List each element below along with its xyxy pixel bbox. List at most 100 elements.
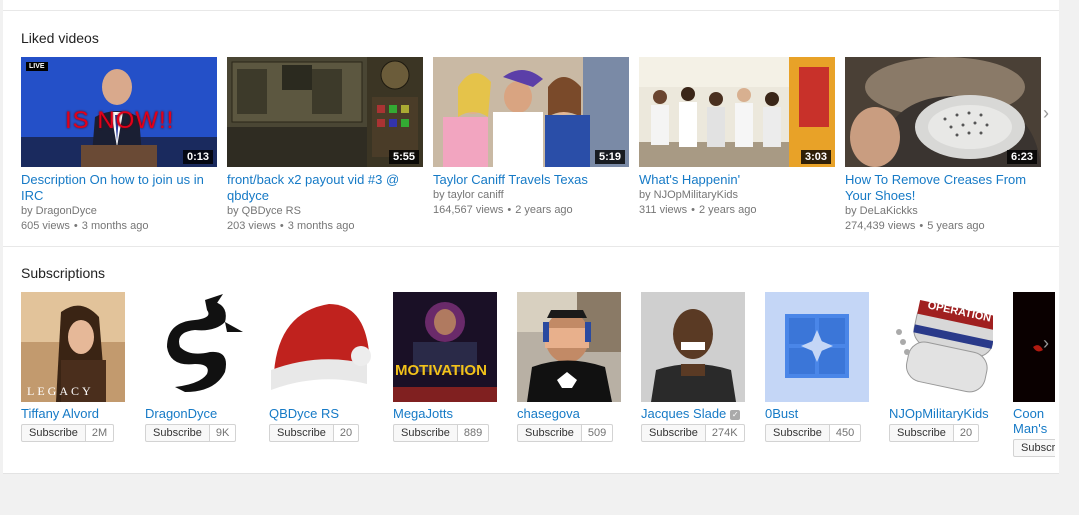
section-divider bbox=[3, 246, 1059, 247]
channel-name-link[interactable]: Tiffany Alvord bbox=[21, 406, 131, 421]
video-item[interactable]: LIVE IS NOW!! 0:13 Description On how to… bbox=[21, 57, 217, 234]
channel-item[interactable]: MOTIVATION MegaJotts Subscribe 889 bbox=[393, 292, 503, 442]
channel-name-link[interactable]: DragonDyce bbox=[145, 406, 255, 421]
video-thumbnail[interactable]: 3:03 bbox=[639, 57, 835, 167]
default-avatar-icon bbox=[765, 292, 869, 402]
channel-name-link[interactable]: 0Bust bbox=[765, 406, 875, 421]
channel-item[interactable]: chasegova Subscribe 509 bbox=[517, 292, 627, 442]
subscribe-button[interactable]: Subscribe bbox=[1013, 439, 1055, 457]
video-title-link[interactable]: What's Happenin' bbox=[639, 172, 835, 188]
subscribe-button[interactable]: Subscribe bbox=[517, 424, 582, 442]
video-title-link[interactable]: front/back x2 payout vid #3 @ qbdyce bbox=[227, 172, 423, 204]
video-item[interactable]: 5:19 Taylor Caniff Travels Texas by tayl… bbox=[433, 57, 629, 218]
subscribe-button[interactable]: Subscribe bbox=[145, 424, 210, 442]
video-channel[interactable]: by taylor caniff bbox=[433, 188, 629, 203]
channel-avatar[interactable]: MOTIVATION bbox=[393, 292, 497, 402]
video-channel[interactable]: by DeLaKickks bbox=[845, 204, 1041, 219]
video-age: 2 years ago bbox=[515, 204, 573, 216]
subscriptions-next-arrow-icon[interactable]: › bbox=[1043, 333, 1055, 353]
subscribe-button[interactable]: Subscribe bbox=[765, 424, 830, 442]
video-thumbnail[interactable]: 5:55 bbox=[227, 57, 423, 167]
subscribe-button[interactable]: Subscribe bbox=[889, 424, 954, 442]
main-card: Liked videos LIVE IS NOW!! 0:13 Descript… bbox=[3, 0, 1059, 474]
video-duration: 5:19 bbox=[594, 150, 625, 164]
video-views: 274,439 views bbox=[845, 220, 916, 232]
page-gutter bbox=[1062, 0, 1079, 515]
video-age: 3 months ago bbox=[81, 220, 149, 232]
subscribe-group: Subscribe 509 bbox=[517, 424, 627, 442]
subscribe-group: Subscribe 9K bbox=[145, 424, 255, 442]
video-stats: 164,567 views • 2 years ago bbox=[433, 203, 629, 218]
channel-item[interactable]: LEGACY Tiffany Alvord Subscribe 2M bbox=[21, 292, 131, 442]
video-duration: 6:23 bbox=[1006, 150, 1037, 164]
channel-avatar[interactable] bbox=[145, 292, 249, 402]
liked-next-arrow-icon[interactable]: › bbox=[1043, 103, 1055, 123]
video-title-link[interactable]: Description On how to join us in IRC bbox=[21, 172, 217, 204]
video-stats: 605 views • 3 months ago bbox=[21, 219, 217, 234]
video-views: 164,567 views bbox=[433, 204, 504, 216]
video-age: 3 months ago bbox=[287, 220, 355, 232]
video-stats: 203 views • 3 months ago bbox=[227, 219, 423, 234]
channel-item[interactable]: 0Bust Subscribe 450 bbox=[765, 292, 875, 442]
channel-avatar[interactable] bbox=[269, 292, 373, 402]
channel-item[interactable]: OPERATION NJOpMilitaryKids Subscribe 20 bbox=[889, 292, 999, 442]
video-stats: 274,439 views • 5 years ago bbox=[845, 219, 1041, 234]
thumbnail-overlay-text: IS NOW!! bbox=[65, 107, 175, 134]
channel-name-link[interactable]: NJOpMilitaryKids bbox=[889, 406, 999, 421]
subscriber-count: 889 bbox=[457, 424, 490, 442]
channel-avatar[interactable] bbox=[641, 292, 745, 402]
subscribe-button[interactable]: Subscribe bbox=[21, 424, 86, 442]
channel-item[interactable]: DragonDyce Subscribe 9K bbox=[145, 292, 255, 442]
video-age: 5 years ago bbox=[927, 220, 985, 232]
avatar-text: MOTIVATION bbox=[395, 362, 487, 379]
video-duration: 0:13 bbox=[182, 150, 213, 164]
subscriber-count: 9K bbox=[209, 424, 237, 442]
video-item[interactable]: 3:03 What's Happenin' by NJOpMilitaryKid… bbox=[639, 57, 835, 218]
separator-dot: • bbox=[507, 204, 512, 216]
video-thumbnail[interactable]: 6:23 bbox=[845, 57, 1041, 167]
channel-item[interactable]: Coon Man's Subscribe bbox=[1013, 292, 1055, 457]
channel-name-link[interactable]: chasegova bbox=[517, 406, 627, 421]
video-item[interactable]: 5:55 front/back x2 payout vid #3 @ qbdyc… bbox=[227, 57, 423, 234]
avatar-art bbox=[517, 292, 621, 402]
subscribe-group: Subscribe bbox=[1013, 439, 1055, 457]
subscribe-button[interactable]: Subscribe bbox=[641, 424, 706, 442]
video-thumbnail[interactable]: LIVE IS NOW!! 0:13 bbox=[21, 57, 217, 167]
subscriptions-shelf: LEGACY Tiffany Alvord Subscribe 2M Drago… bbox=[21, 292, 1055, 473]
subscribe-button[interactable]: Subscribe bbox=[393, 424, 458, 442]
subscribe-group: Subscribe 274K bbox=[641, 424, 751, 442]
subscribe-button[interactable]: Subscribe bbox=[269, 424, 334, 442]
video-title-link[interactable]: How To Remove Creases From Your Shoes! bbox=[845, 172, 1041, 204]
video-views: 203 views bbox=[227, 220, 276, 232]
channel-name-text: Jacques Slade bbox=[641, 406, 727, 421]
liked-videos-title[interactable]: Liked videos bbox=[21, 30, 99, 46]
channel-avatar[interactable]: LEGACY bbox=[21, 292, 125, 402]
santa-hat-avatar-art bbox=[269, 292, 373, 402]
video-thumbnail[interactable]: 5:19 bbox=[433, 57, 629, 167]
subscribe-group: Subscribe 20 bbox=[889, 424, 999, 442]
channel-name-link[interactable]: Coon Man's bbox=[1013, 406, 1053, 436]
verified-icon: ✓ bbox=[730, 409, 741, 420]
channel-name-link[interactable]: QBDyce RS bbox=[269, 406, 379, 421]
channel-avatar[interactable]: OPERATION bbox=[889, 292, 993, 402]
channel-name-link[interactable]: MegaJotts bbox=[393, 406, 503, 421]
subscriber-count: 450 bbox=[829, 424, 862, 442]
top-divider bbox=[3, 10, 1059, 11]
video-channel[interactable]: by NJOpMilitaryKids bbox=[639, 188, 835, 203]
channel-avatar[interactable] bbox=[765, 292, 869, 402]
subscriptions-title[interactable]: Subscriptions bbox=[21, 265, 105, 281]
channel-avatar[interactable] bbox=[517, 292, 621, 402]
live-badge: LIVE bbox=[26, 62, 48, 71]
video-channel[interactable]: by QBDyce RS bbox=[227, 204, 423, 219]
video-item[interactable]: 6:23 How To Remove Creases From Your Sho… bbox=[845, 57, 1041, 234]
subscriber-count: 274K bbox=[705, 424, 745, 442]
liked-videos-shelf: LIVE IS NOW!! 0:13 Description On how to… bbox=[21, 57, 1051, 257]
channel-name-link[interactable]: Jacques Slade ✓ bbox=[641, 406, 751, 421]
avatar-art bbox=[641, 292, 745, 402]
video-title-link[interactable]: Taylor Caniff Travels Texas bbox=[433, 172, 629, 188]
video-channel[interactable]: by DragonDyce bbox=[21, 204, 217, 219]
channel-item[interactable]: QBDyce RS Subscribe 20 bbox=[269, 292, 379, 442]
motivation-avatar-art bbox=[393, 292, 497, 402]
channel-item[interactable]: Jacques Slade ✓ Subscribe 274K bbox=[641, 292, 751, 442]
video-age: 2 years ago bbox=[698, 204, 757, 216]
